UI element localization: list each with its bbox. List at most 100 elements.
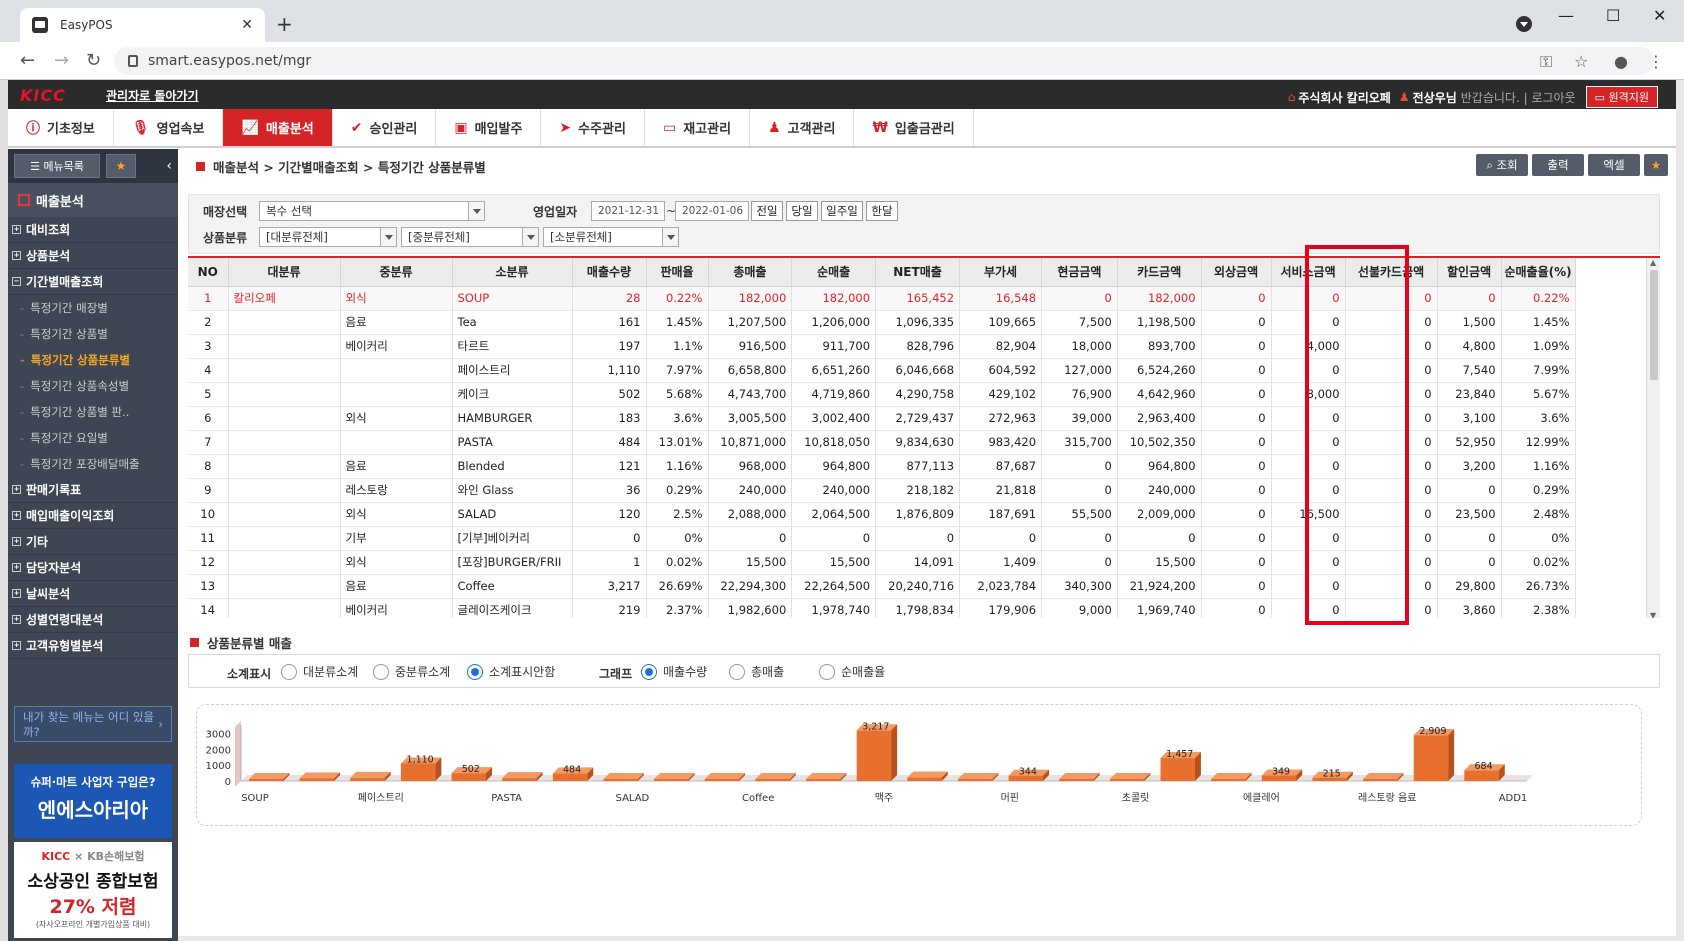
table-row[interactable]: 2 음료 Tea 161 1.45% 1,207,500 1,206,000 1,096,33… xyxy=(188,310,1576,335)
excel-button[interactable]: 엑셀 xyxy=(1588,154,1640,176)
browser-menu-icon[interactable]: ⋮ xyxy=(1648,52,1664,71)
sidebar-group-item[interactable]: + 상품분석 xyxy=(8,243,178,269)
minimize-icon[interactable]: — xyxy=(1558,6,1574,25)
category-large-select[interactable]: [대분류전체] xyxy=(259,227,397,247)
column-header[interactable]: 카드금액 xyxy=(1117,258,1202,287)
column-header[interactable]: 판매율 xyxy=(646,258,709,287)
column-header[interactable]: 순매출 xyxy=(791,258,877,287)
sidebar-subitem[interactable]: - 특정기간 매장별 xyxy=(8,295,178,321)
window-close-icon[interactable]: ✕ xyxy=(1653,6,1666,25)
collapse-sidebar-icon[interactable]: ‹ xyxy=(166,158,172,174)
table-row[interactable]: 4 페이스트리 1,110 7.97% 6,658,800 6,651,260 6,046,… xyxy=(188,358,1576,383)
url-field[interactable]: smart.easypos.net/mgr xyxy=(114,47,1654,75)
add-favorite-button[interactable]: ★ xyxy=(1644,154,1668,176)
menu-item-6[interactable]: ➤ 수주관리 xyxy=(541,109,645,146)
table-row[interactable]: 7 PASTA 484 13.01% 10,871,000 10,818,050 9,834… xyxy=(188,430,1576,455)
grid-scrollbar[interactable]: ▲ ▼ xyxy=(1646,258,1660,618)
tab-search-icon[interactable] xyxy=(1516,16,1532,32)
category-mid-select[interactable]: [중분류전체] xyxy=(401,227,539,247)
store-select[interactable]: 복수 선택 xyxy=(259,201,485,221)
sidebar-group-item[interactable]: + 매입매출이익조회 xyxy=(8,503,178,529)
column-header[interactable]: NO xyxy=(188,258,229,287)
today-button[interactable]: 당일 xyxy=(786,201,818,221)
sidebar-group-item[interactable]: + 기타 xyxy=(8,529,178,555)
table-row[interactable]: 5 케이크 502 5.68% 4,743,700 4,719,860 4,290,758 4… xyxy=(188,382,1576,407)
table-row[interactable]: 14 베이커리 글레이즈케이크 219 2.37% 1,982,600 1,978,740 1… xyxy=(188,598,1576,618)
sidebar-subitem[interactable]: - 특정기간 상품분류별 xyxy=(8,347,178,373)
column-header[interactable]: 서비스금액 xyxy=(1271,258,1346,287)
one-week-button[interactable]: 일주일 xyxy=(821,201,863,221)
sidebar-subitem[interactable]: - 특정기간 상품속성별 xyxy=(8,373,178,399)
scroll-down-icon[interactable]: ▼ xyxy=(1650,611,1656,618)
one-month-button[interactable]: 한달 xyxy=(866,201,898,221)
reload-icon[interactable]: ↻ xyxy=(86,50,101,71)
date-from-field[interactable]: 2021-12-31 xyxy=(591,201,665,221)
remote-support-button[interactable]: ▭ 원격지원 xyxy=(1585,86,1658,108)
sidebar-subitem[interactable]: - 특정기간 요일별 xyxy=(8,425,178,451)
back-icon[interactable]: ← xyxy=(20,50,35,71)
column-header[interactable]: 외상금액 xyxy=(1201,258,1272,287)
column-header[interactable]: 소분류 xyxy=(452,258,573,287)
sidebar-subitem[interactable]: - 특정기간 포장배달매출 xyxy=(8,451,178,477)
greeting-logout[interactable]: 반갑습니다. | 로그아웃 xyxy=(1461,89,1576,106)
menu-list-button[interactable]: ☰ 메뉴목록 xyxy=(14,154,100,178)
scrollbar-thumb[interactable] xyxy=(1650,270,1658,380)
column-header[interactable]: 부가세 xyxy=(959,258,1043,287)
find-menu-banner[interactable]: 내가 찾는 메뉴는 어디 있을까? › xyxy=(14,706,172,742)
sidebar-group-item[interactable]: − 기간별매출조회 xyxy=(8,269,178,295)
table-row[interactable]: 13 음료 Coffee 3,217 26.69% 22,294,300 22,264,50… xyxy=(188,574,1576,599)
graph-radio[interactable]: 매출수량 xyxy=(641,663,707,680)
menu-item-5[interactable]: ▣ 매입발주 xyxy=(436,109,542,146)
sidebar-group-item[interactable]: + 대비조회 xyxy=(8,217,178,243)
maximize-icon[interactable]: ☐ xyxy=(1606,6,1620,25)
browser-tab[interactable]: EasyPOS ✕ xyxy=(20,8,265,42)
subtotal-radio[interactable]: 중분류소계 xyxy=(373,663,450,680)
graph-radio[interactable]: 총매출 xyxy=(729,663,784,680)
table-row[interactable]: 10 외식 SALAD 120 2.5% 2,088,000 2,064,500 1,876,… xyxy=(188,502,1576,527)
new-tab-icon[interactable]: + xyxy=(276,12,293,36)
subtotal-radio[interactable]: 대분류소계 xyxy=(281,663,358,680)
menu-item-4[interactable]: ✔ 승인관리 xyxy=(333,109,437,146)
tab-close-icon[interactable]: ✕ xyxy=(241,17,253,33)
column-header[interactable]: 중분류 xyxy=(340,258,453,287)
column-header[interactable]: 순매출율(%) xyxy=(1501,258,1576,287)
table-row[interactable]: 1 칼리오페 외식 SOUP 28 0.22% 182,000 182,000 165,452 1… xyxy=(188,286,1576,311)
column-header[interactable]: 매출수량 xyxy=(572,258,647,287)
sidebar-group-item[interactable]: + 날씨분석 xyxy=(8,581,178,607)
scroll-up-icon[interactable]: ▲ xyxy=(1650,258,1656,267)
sidebar-group-item[interactable]: + 성별연령대분석 xyxy=(8,607,178,633)
sidebar-subitem[interactable]: - 특정기간 상품별 판.. xyxy=(8,399,178,425)
menu-item-2[interactable]: 🎙 영업속보 xyxy=(114,109,224,146)
table-row[interactable]: 8 음료 Blended 121 1.16% 968,000 964,800 877,113 8… xyxy=(188,454,1576,479)
table-row[interactable]: 3 베이커리 타르트 197 1.1% 916,500 911,700 828,796 82,9… xyxy=(188,334,1576,359)
nsaria-ad-banner[interactable]: 슈퍼·마트 사업자 구입은? 엔에스아리아 xyxy=(14,764,172,838)
favorite-star-button[interactable]: ★ xyxy=(106,154,136,178)
profile-icon[interactable]: ● xyxy=(1614,52,1628,71)
menu-item-1[interactable]: ⓘ 기초정보 xyxy=(8,109,114,146)
graph-radio[interactable]: 순매출율 xyxy=(819,663,885,680)
print-button[interactable]: 출력 xyxy=(1532,154,1584,176)
column-header[interactable]: 현금금액 xyxy=(1041,258,1118,287)
category-small-select[interactable]: [소분류전체] xyxy=(543,227,679,247)
table-row[interactable]: 11 기부 [기부]베이커리 0 0% 0 0 0 0 0 0 0 0 0 0 0% xyxy=(188,526,1576,551)
key-icon[interactable]: ⚿ xyxy=(1540,52,1552,72)
menu-item-8[interactable]: ♟ 고객관리 xyxy=(750,109,855,146)
back-to-admin-link[interactable]: 관리자로 돌아가기 xyxy=(106,87,199,104)
sidebar-group-item[interactable]: + 담당자분석 xyxy=(8,555,178,581)
search-button[interactable]: ⌕ 조회 xyxy=(1476,154,1528,176)
table-row[interactable]: 6 외식 HAMBURGER 183 3.6% 3,005,500 3,002,400 2,7… xyxy=(188,406,1576,431)
column-header[interactable]: 총매출 xyxy=(708,258,793,287)
insurance-ad-banner[interactable]: KICC × KB손해보험 소상공인 종합보험 27% 저렴 (자사오프라인 개… xyxy=(14,842,172,938)
menu-item-3[interactable]: 📈 매출분석 xyxy=(223,109,333,146)
column-header[interactable]: 선불카드금액 xyxy=(1345,258,1438,287)
forward-icon[interactable]: → xyxy=(54,50,69,71)
sidebar-subitem[interactable]: - 특정기간 상품별 xyxy=(8,321,178,347)
column-header[interactable]: 대분류 xyxy=(228,258,341,287)
sidebar-group-item[interactable]: + 고객유형별분석 xyxy=(8,633,178,659)
subtotal-radio[interactable]: 소계표시안함 xyxy=(467,663,555,680)
previous-day-button[interactable]: 전일 xyxy=(751,201,783,221)
table-row[interactable]: 9 레스토랑 와인 Glass 36 0.29% 240,000 240,000 218,18… xyxy=(188,478,1576,503)
menu-item-7[interactable]: ▭ 재고관리 xyxy=(645,109,751,146)
date-to-field[interactable]: 2022-01-06 xyxy=(675,201,749,221)
bookmark-star-icon[interactable]: ☆ xyxy=(1574,52,1588,71)
